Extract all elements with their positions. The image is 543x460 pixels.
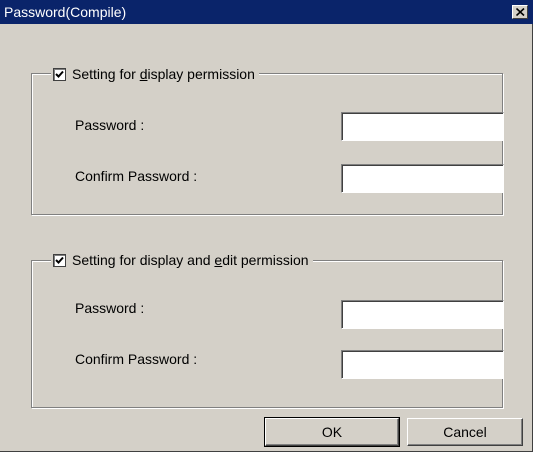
- checkmark-icon: [55, 256, 64, 264]
- display-permission-checkbox[interactable]: [53, 67, 66, 81]
- edit-password-input[interactable]: [342, 301, 503, 328]
- edit-confirm-password-label: Confirm Password :: [75, 351, 198, 367]
- edit-password-field[interactable]: [341, 300, 504, 329]
- display-confirm-password-input[interactable]: [342, 165, 503, 192]
- display-confirm-password-label: Confirm Password :: [75, 168, 198, 184]
- display-permission-label: Setting for display permission: [72, 66, 255, 82]
- edit-confirm-password-field[interactable]: [341, 350, 504, 379]
- close-icon: [516, 8, 525, 16]
- dialog-title: Password(Compile): [4, 4, 127, 20]
- ok-button[interactable]: OK: [264, 417, 400, 447]
- checkmark-icon: [55, 70, 64, 78]
- cancel-button[interactable]: Cancel: [407, 418, 523, 446]
- edit-permission-checkbox[interactable]: [53, 253, 66, 267]
- title-bar[interactable]: Password(Compile): [0, 0, 533, 24]
- display-permission-group: [31, 73, 503, 215]
- display-password-label: Password :: [75, 117, 145, 133]
- display-password-input[interactable]: [342, 113, 503, 140]
- edit-permission-group: [31, 260, 503, 408]
- password-compile-dialog: Password(Compile) Setting for display pe…: [0, 0, 533, 452]
- display-permission-checkbox-row[interactable]: Setting for display permission: [51, 66, 259, 82]
- edit-password-label: Password :: [75, 300, 145, 316]
- edit-confirm-password-input[interactable]: [342, 351, 503, 378]
- edit-permission-checkbox-row[interactable]: Setting for display and edit permission: [51, 252, 313, 268]
- close-button[interactable]: [512, 5, 528, 19]
- display-confirm-password-field[interactable]: [341, 164, 504, 193]
- display-password-field[interactable]: [341, 112, 504, 141]
- edit-permission-label: Setting for display and edit permission: [72, 252, 309, 268]
